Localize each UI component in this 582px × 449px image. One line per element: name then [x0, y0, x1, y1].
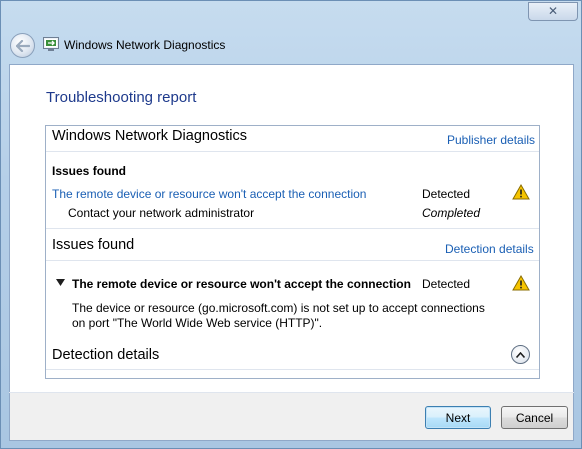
- action-status: Completed: [422, 206, 481, 220]
- collapse-section-button[interactable]: [511, 345, 530, 364]
- back-arrow-icon: [15, 39, 30, 52]
- issue-detail-status: Detected: [422, 277, 471, 291]
- publisher-details-link[interactable]: Publisher details: [447, 133, 535, 147]
- issue-description-line2: on port "The World Wide Web service (HTT…: [72, 316, 323, 330]
- section-title-detection-details: Detection details: [52, 347, 160, 363]
- detection-details-link[interactable]: Detection details: [445, 242, 534, 256]
- section-title-issues-found: Issues found: [52, 237, 135, 253]
- divider: [46, 369, 539, 370]
- button-bar: Next Cancel: [9, 393, 574, 441]
- section-title-diagnostics: Windows Network Diagnostics: [52, 128, 248, 144]
- warning-icon: [512, 275, 530, 291]
- issue-link[interactable]: The remote device or resource won't acce…: [52, 187, 366, 201]
- divider: [46, 151, 539, 152]
- issue-description-line1: The device or resource (go.microsoft.com…: [72, 301, 485, 315]
- close-button[interactable]: ✕: [528, 2, 578, 21]
- issue-status: Detected: [422, 187, 471, 201]
- content-area: Troubleshooting report Windows Network D…: [9, 64, 574, 392]
- collapse-triangle-icon[interactable]: [56, 279, 65, 286]
- troubleshooting-report-panel: Windows Network Diagnostics Publisher de…: [45, 125, 540, 379]
- warning-icon: [512, 184, 530, 200]
- next-button[interactable]: Next: [425, 406, 491, 429]
- issue-detail-title: The remote device or resource won't acce…: [72, 277, 411, 291]
- issues-found-label: Issues found: [52, 164, 127, 178]
- diagnostics-window: ✕ Windows Network Diagnostics Troublesho…: [0, 0, 582, 449]
- report-content: Windows Network Diagnostics Publisher de…: [46, 126, 539, 378]
- action-text: Contact your network administrator: [68, 206, 255, 220]
- close-icon: ✕: [547, 4, 559, 18]
- page-title: Troubleshooting report: [46, 89, 197, 106]
- network-diagnostics-icon: [43, 37, 59, 51]
- divider: [46, 228, 539, 229]
- back-button[interactable]: [10, 33, 35, 58]
- window-title: Windows Network Diagnostics: [64, 38, 226, 52]
- divider: [46, 260, 539, 261]
- chevron-up-icon: [516, 351, 525, 358]
- cancel-button[interactable]: Cancel: [501, 406, 568, 429]
